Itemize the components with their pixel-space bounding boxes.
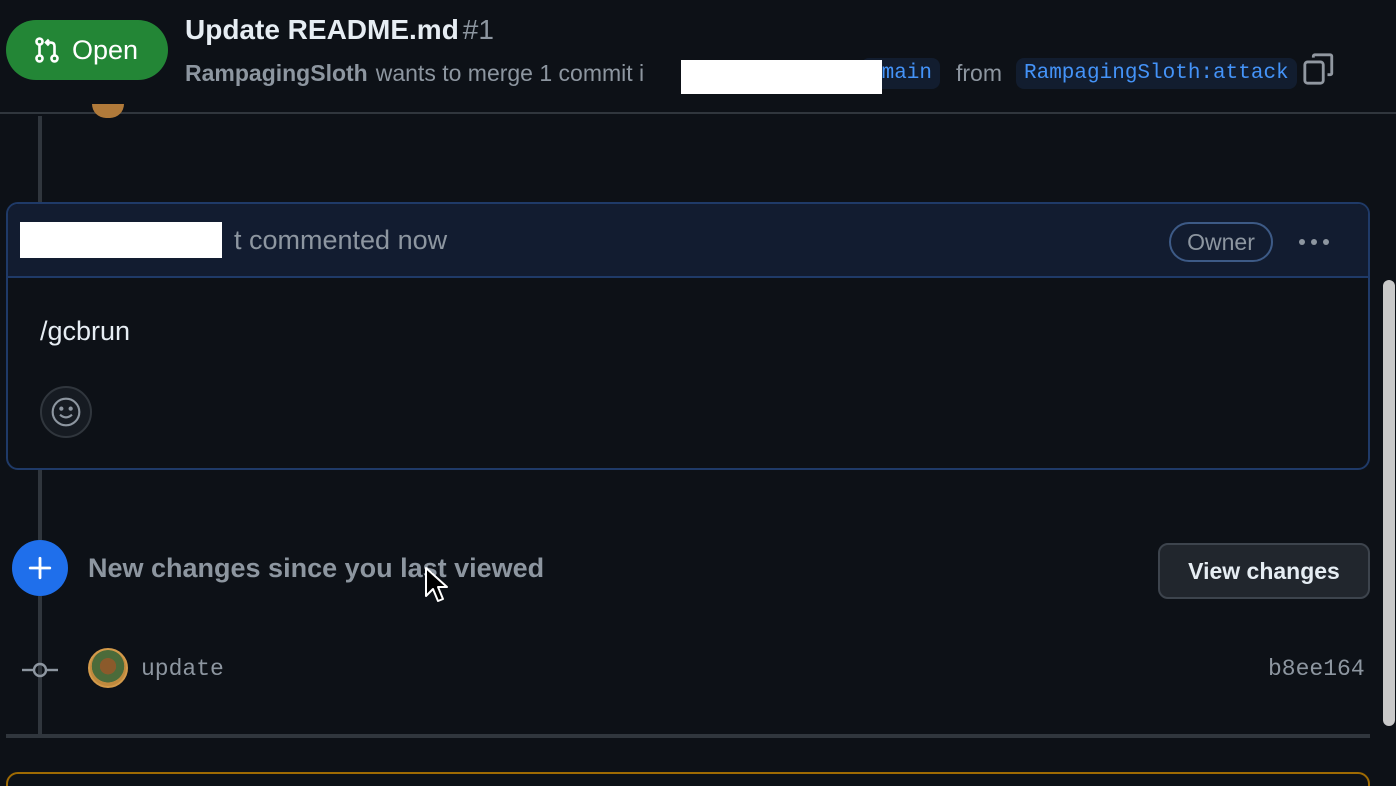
new-changes-label: New changes since you last viewed	[88, 553, 545, 583]
timeline-line	[38, 470, 42, 540]
commit-sha-link[interactable]: b8ee164	[1268, 656, 1365, 682]
add-reaction-button[interactable]	[40, 386, 92, 438]
redaction-box	[20, 222, 222, 258]
from-text: from	[956, 59, 1002, 86]
pr-title-text: Update README.md	[185, 14, 459, 45]
redaction-box	[681, 60, 882, 94]
smiley-icon	[51, 397, 81, 427]
pr-title: Update README.md #1	[185, 14, 494, 46]
comment-body: /gcbrun	[40, 316, 131, 346]
scrollbar[interactable]	[1383, 280, 1395, 726]
timeline-line	[38, 116, 42, 202]
pr-status-label: Open	[72, 34, 139, 65]
comment-meta: t commented now	[234, 225, 448, 255]
owner-badge: Owner	[1169, 222, 1273, 262]
pr-meta: RampagingSloth wants to merge 1 commit i	[185, 55, 644, 91]
head-branch-label[interactable]: RampagingSloth:attack	[1016, 57, 1297, 89]
new-changes-icon	[12, 540, 68, 596]
pr-header: Open Update README.md #1 RampagingSloth w…	[0, 0, 1396, 114]
pr-status-badge: Open	[6, 20, 168, 80]
merge-box	[6, 772, 1370, 786]
avatar[interactable]	[88, 648, 128, 688]
git-commit-icon	[22, 662, 58, 678]
pr-merge-text: wants to merge 1 commit i	[375, 59, 645, 86]
divider	[6, 734, 1370, 738]
comment-card: t commented now Owner /gcbrun	[6, 202, 1370, 470]
avatar	[92, 104, 124, 118]
pr-number: #1	[462, 14, 494, 45]
view-changes-button[interactable]: View changes	[1158, 543, 1370, 599]
mouse-cursor-icon	[425, 567, 448, 602]
more-options-icon[interactable]	[1294, 222, 1334, 262]
copy-icon[interactable]	[1302, 52, 1336, 86]
plus-icon	[28, 556, 52, 580]
git-pull-request-icon	[35, 37, 59, 63]
commit-message-link[interactable]: update	[141, 656, 224, 682]
head-branch[interactable]: RampagingSloth:attack	[1016, 55, 1297, 91]
comment-header: t commented now Owner	[8, 204, 1368, 278]
pr-author-link[interactable]: RampagingSloth	[185, 60, 368, 87]
